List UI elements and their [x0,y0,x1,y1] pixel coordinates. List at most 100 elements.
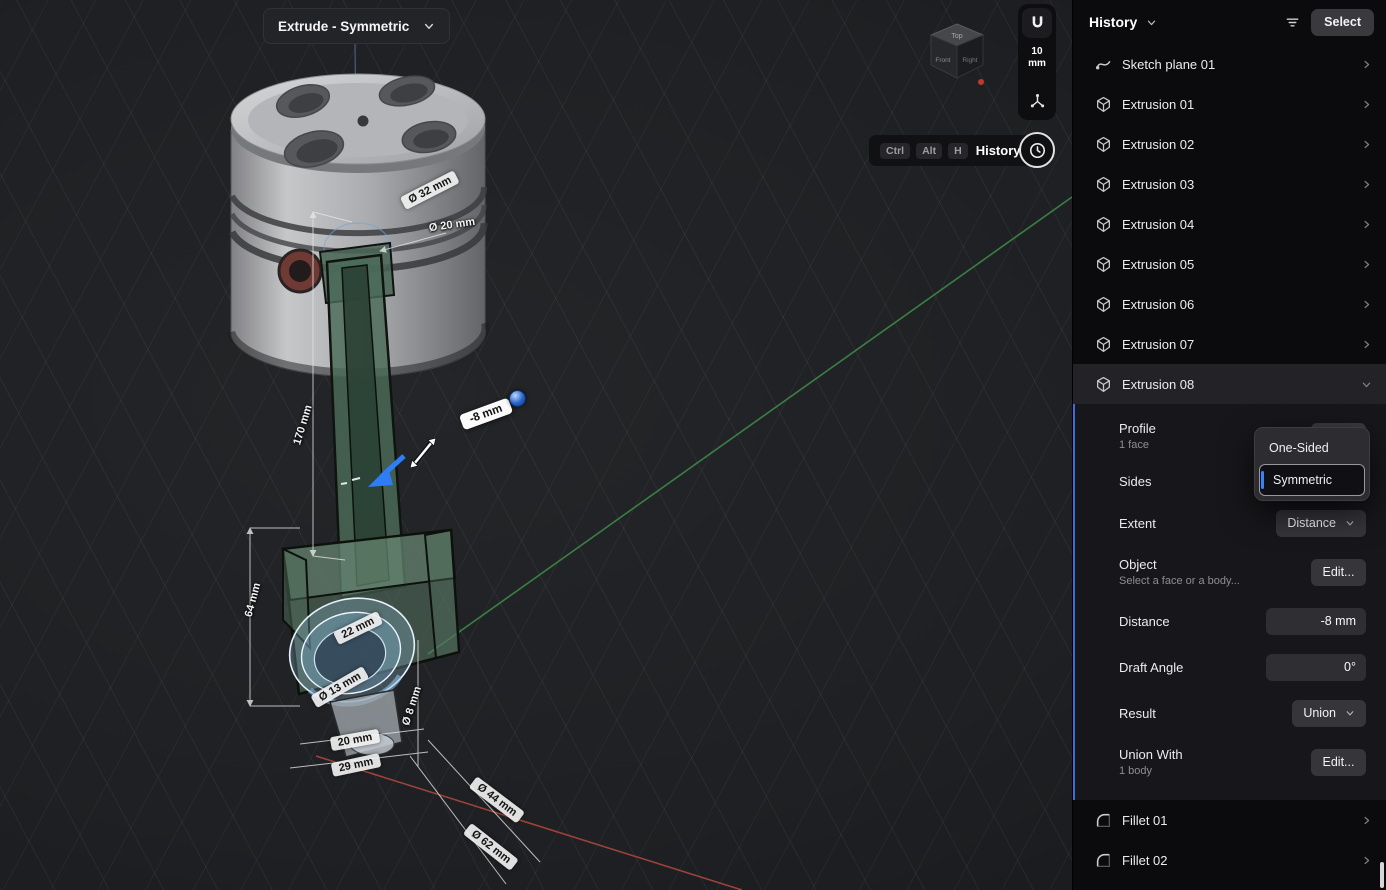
sides-label: Sides [1119,474,1152,489]
result-dropdown[interactable]: Union [1292,700,1366,727]
x-axis-line [316,756,742,890]
chevron-right-icon[interactable] [1361,59,1372,70]
viewport-3d[interactable]: Ø 32 mm Ø 20 mm 170 mm 64 mm 22 mm Ø 13 … [0,0,1072,890]
chevron-down-icon [423,20,435,32]
history-item-extrusion-08[interactable]: Extrusion 08 [1073,364,1386,404]
extrude-mode-label: Extrude - Symmetric [278,19,409,34]
view-cube-front-label[interactable]: Front [935,57,950,64]
history-item-label: Extrusion 01 [1122,97,1351,112]
chevron-right-icon[interactable] [1361,339,1372,350]
snap-value: 10 mm [1028,46,1046,69]
x-axis-dot[interactable] [978,79,984,85]
history-item-label: Extrusion 08 [1122,377,1351,392]
snap-value-unit: mm [1028,58,1046,70]
chevron-right-icon[interactable] [1361,259,1372,270]
history-item-extrusion-02[interactable]: Extrusion 02 [1073,124,1386,164]
extent-value: Distance [1287,516,1336,530]
history-item-extrusion-01[interactable]: Extrusion 01 [1073,84,1386,124]
sides-option-one-sided[interactable]: One-Sided [1259,432,1365,464]
union-with-edit-button[interactable]: Edit... [1311,749,1366,776]
profile-label: Profile [1119,421,1156,436]
history-item-label: Extrusion 03 [1122,177,1351,192]
key-badge: Alt [916,143,942,159]
chevron-right-icon[interactable] [1361,815,1372,826]
chevron-right-icon[interactable] [1361,99,1372,110]
history-item-label: Fillet 02 [1122,853,1351,868]
axis-gizmo-button[interactable] [1022,86,1052,116]
result-label: Result [1119,706,1156,721]
option-label: Symmetric [1273,473,1332,487]
filter-button[interactable] [1279,9,1305,35]
history-item-label: Extrusion 04 [1122,217,1351,232]
chevron-down-icon[interactable] [1361,379,1372,390]
sides-dropdown-menu: One-Sided Symmetric [1254,427,1370,501]
history-panel-header: History Select [1073,0,1386,44]
chevron-right-icon[interactable] [1361,179,1372,190]
extrusion-icon [1095,216,1112,233]
extrusion-icon [1095,96,1112,113]
sides-option-symmetric[interactable]: Symmetric [1259,464,1365,496]
panel-title: History [1089,14,1137,30]
magnet-snap-button[interactable] [1022,8,1052,38]
extrusion-icon [1095,376,1112,393]
view-cube-right-label[interactable]: Right [962,57,977,64]
selected-indicator [1261,471,1264,489]
draft-angle-input[interactable]: 0° [1266,654,1366,681]
extent-dropdown[interactable]: Distance [1276,510,1366,537]
key-badge: H [948,143,968,159]
history-item-label: Sketch plane 01 [1122,57,1351,72]
history-item-extrusion-05[interactable]: Extrusion 05 [1073,244,1386,284]
snap-toolbar: 10 mm [1018,4,1056,120]
snap-orb-icon [509,390,526,407]
draft-angle-label: Draft Angle [1119,660,1183,675]
sketch-plane-icon [1095,56,1112,73]
history-item-boolean-01[interactable]: Boolean 01 [1073,880,1386,890]
result-value: Union [1303,706,1336,720]
history-panel: History Select Sketch plane 01 Extrusion… [1072,0,1386,890]
resize-cursor-icon [410,438,436,468]
filter-icon [1285,15,1300,30]
history-item-fillet-01[interactable]: Fillet 01 [1073,800,1386,840]
distance-input[interactable]: -8 mm [1266,608,1366,635]
hint-label: History [976,143,1021,158]
object-label: Object [1119,557,1240,572]
distance-label: Distance [1119,614,1170,629]
history-item-extrusion-07[interactable]: Extrusion 07 [1073,324,1386,364]
chevron-right-icon[interactable] [1361,139,1372,150]
magnet-icon [1028,14,1047,33]
extrusion-icon [1095,336,1112,353]
fillet-icon [1095,852,1112,869]
history-item-label: Fillet 01 [1122,813,1351,828]
extrude-mode-dropdown[interactable]: Extrude - Symmetric [263,8,450,44]
chevron-right-icon[interactable] [1361,299,1372,310]
history-item-label: Extrusion 06 [1122,297,1351,312]
axis-gizmo-icon [1028,92,1047,111]
object-edit-button[interactable]: Edit... [1311,559,1366,586]
chevron-right-icon[interactable] [1361,219,1372,230]
y-axis-line [428,197,1072,654]
history-item-sketch-plane-01[interactable]: Sketch plane 01 [1073,44,1386,84]
history-item-label: Extrusion 05 [1122,257,1351,272]
extrusion-icon [1095,296,1112,313]
history-item-extrusion-06[interactable]: Extrusion 06 [1073,284,1386,324]
chevron-down-icon [1345,518,1355,528]
profile-value: 1 face [1119,439,1156,451]
piston-assembly-model [0,0,1072,890]
snap-value-number: 10 [1028,46,1046,58]
history-item-extrusion-03[interactable]: Extrusion 03 [1073,164,1386,204]
history-shortcut-hint: Ctrl Alt H History [869,135,1031,166]
history-item-label: Extrusion 02 [1122,137,1351,152]
history-item-extrusion-04[interactable]: Extrusion 04 [1073,204,1386,244]
extrusion-icon [1095,136,1112,153]
view-cube-top-label[interactable]: Top [951,33,962,40]
chevron-down-icon [1345,708,1355,718]
history-title-dropdown[interactable]: History [1089,14,1157,30]
view-cube[interactable]: Top Front Right [924,20,990,90]
scrollbar-thumb[interactable] [1380,862,1384,888]
history-item-fillet-02[interactable]: Fillet 02 [1073,840,1386,880]
select-mode-button[interactable]: Select [1311,9,1374,36]
extrusion-icon [1095,176,1112,193]
chevron-right-icon[interactable] [1361,855,1372,866]
history-toggle-button[interactable] [1019,132,1055,168]
union-with-value: 1 body [1119,765,1183,777]
